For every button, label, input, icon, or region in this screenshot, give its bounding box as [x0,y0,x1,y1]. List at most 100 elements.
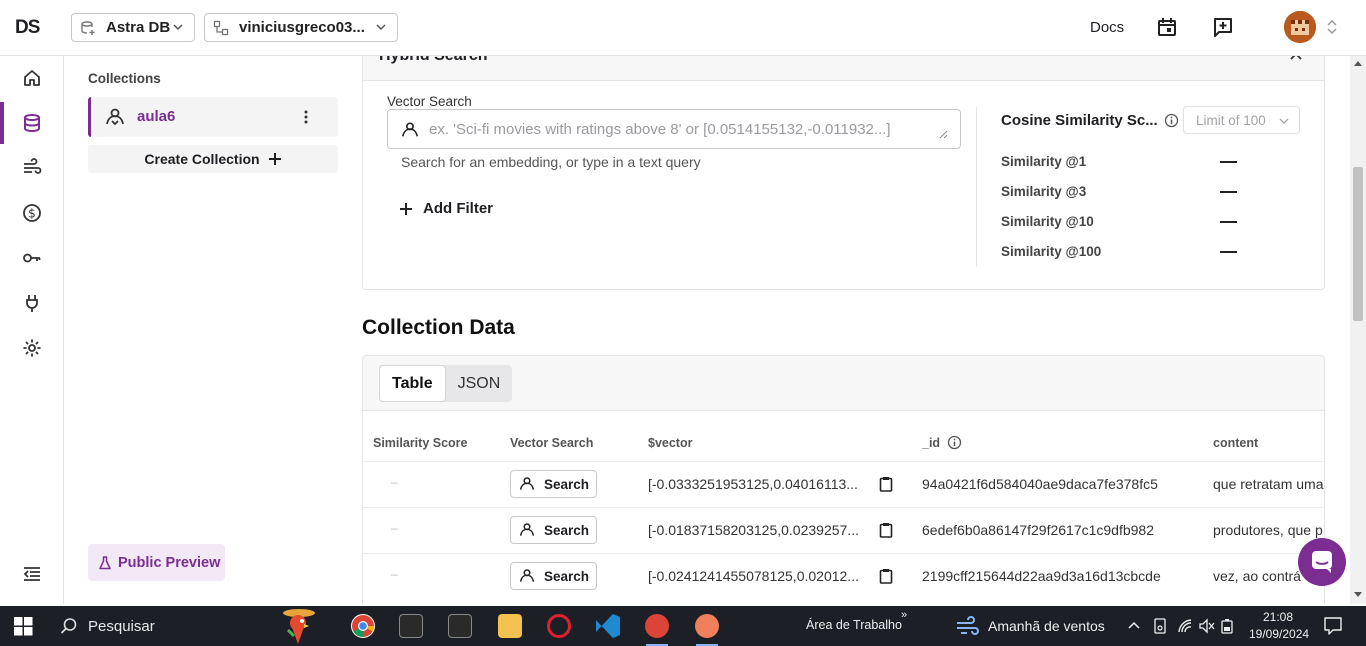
streaming-icon[interactable] [22,158,42,178]
billing-icon[interactable]: $ [22,203,42,223]
chevron-up-icon[interactable] [1128,620,1140,630]
vector-search-input[interactable]: ex. 'Sci-fi movies with ratings above 8'… [387,109,961,149]
plug-icon[interactable] [22,293,42,313]
product-select-label: Astra DB [106,19,171,36]
column-header-vector-search[interactable]: Vector Search [510,436,593,450]
divider [976,107,977,267]
battery-icon[interactable] [1220,618,1234,634]
flask-icon [99,555,111,569]
docs-link[interactable]: Docs [1090,19,1124,36]
similarity-3-value [1220,191,1237,193]
vscode-icon[interactable] [596,614,620,638]
close-icon[interactable] [1289,56,1303,61]
settings-icon[interactable] [22,338,42,358]
collection-item-aula6[interactable]: aula6 [88,97,338,137]
clipboard-icon[interactable] [879,568,893,584]
scroll-up-icon[interactable] [1354,60,1362,66]
chevron-down-icon [1279,118,1289,124]
chevron-right-icon[interactable]: » [901,609,907,621]
similarity-100-value [1220,251,1237,253]
database-plus-icon [81,20,95,35]
similarity-3-label: Similarity @3 [1001,184,1087,199]
similarity-cell: – [391,475,398,489]
row-search-label: Search [544,522,590,538]
column-header-id[interactable]: _id [922,436,940,450]
vector-search-icon [106,108,124,126]
svg-text:$: $ [28,207,36,221]
collection-data-title: Collection Data [362,316,515,339]
similarity-cell: – [391,521,398,535]
page-scrollbar[interactable] [1350,56,1366,604]
more-vertical-icon[interactable] [303,109,309,125]
vector-search-icon [519,569,535,582]
row-search-button[interactable]: Search [510,516,597,544]
weather-wind-icon[interactable] [955,616,979,636]
desktop-toolbar-label[interactable]: Área de Trabalho [806,618,902,632]
os-taskbar: Pesquisar Área de Trabalho » Amanhã de v… [0,606,1366,646]
volume-muted-icon[interactable] [1199,618,1215,634]
clock-time[interactable]: 21:08 [1263,610,1293,624]
opera-icon[interactable] [547,614,571,638]
table-row: – Search [-0.01837158203125,0.0239257...… [363,507,1324,553]
info-icon[interactable] [1164,113,1179,128]
wifi-icon[interactable] [1177,618,1193,634]
search-icon [60,618,77,634]
feedback-icon[interactable] [1212,16,1234,38]
tab-table[interactable]: Table [379,365,446,402]
column-header-similarity[interactable]: Similarity Score [373,436,468,450]
database-icon[interactable] [22,113,42,133]
plus-icon [268,153,281,165]
chrome-icon[interactable] [351,614,375,638]
column-header-vector[interactable]: $vector [648,436,692,450]
vector-search-icon [519,523,535,536]
table-row: – Search [-0.0241241455078125,0.02012...… [363,553,1324,599]
vector-cell: [-0.0333251953125,0.04016113... [648,476,858,492]
create-collection-label: Create Collection [144,151,260,167]
chrome-profile-icon[interactable] [645,614,669,638]
account-switch-icon[interactable] [1326,18,1338,36]
scrollbar-thumb[interactable] [1353,167,1363,321]
collapse-nav-icon[interactable] [22,564,42,584]
column-header-content[interactable]: content [1213,436,1258,450]
row-search-label: Search [544,476,590,492]
id-cell: 94a0421f6d584040ae9daca7fe378fc5 [922,476,1158,492]
top-bar: DS Astra DB viniciusgreco03... Docs [0,0,1366,56]
device-icon[interactable] [1153,618,1167,634]
resize-handle-icon[interactable] [939,130,948,139]
row-search-button[interactable]: Search [510,470,597,498]
public-preview-badge[interactable]: Public Preview [88,544,225,581]
limit-select[interactable]: Limit of 100 [1183,106,1300,134]
org-select[interactable]: viniciusgreco03... [204,13,398,42]
add-filter-label: Add Filter [423,200,493,217]
vector-search-label: Vector Search [387,94,472,109]
hybrid-search-title: Hybrid Search [379,56,487,65]
id-cell: 2199cff215644d22aa9d3a16d13cbcde [922,568,1161,584]
scroll-down-icon[interactable] [1354,592,1362,598]
clock-date[interactable]: 19/09/2024 [1249,627,1309,641]
row-search-button[interactable]: Search [510,562,597,590]
weather-label[interactable]: Amanhã de ventos [988,618,1105,634]
home-icon[interactable] [22,68,42,88]
chrome-active-icon[interactable] [695,614,719,638]
taskbar-search-placeholder: Pesquisar [88,617,155,635]
tab-json[interactable]: JSON [446,365,513,402]
ds-logo[interactable]: DS [15,17,40,39]
vector-search-icon [402,122,418,137]
cmd-icon[interactable] [448,614,472,638]
file-explorer-icon[interactable] [498,614,522,638]
clipboard-icon[interactable] [879,476,893,492]
calendar-icon[interactable] [1156,16,1178,38]
chat-launcher-button[interactable] [1298,538,1346,586]
create-collection-button[interactable]: Create Collection [88,145,338,173]
info-icon[interactable] [947,435,962,450]
parrot-widget-icon[interactable] [276,608,322,646]
terminal-icon[interactable] [399,614,423,638]
hybrid-search-panel: Hybrid Search Vector Search ex. 'Sci-fi … [362,56,1325,290]
product-select[interactable]: Astra DB [71,13,195,42]
windows-start-icon[interactable] [14,617,33,636]
avatar[interactable] [1284,11,1316,43]
notifications-icon[interactable] [1324,617,1342,635]
add-filter-button[interactable]: Add Filter [399,200,493,217]
key-icon[interactable] [22,248,42,268]
clipboard-icon[interactable] [879,522,893,538]
